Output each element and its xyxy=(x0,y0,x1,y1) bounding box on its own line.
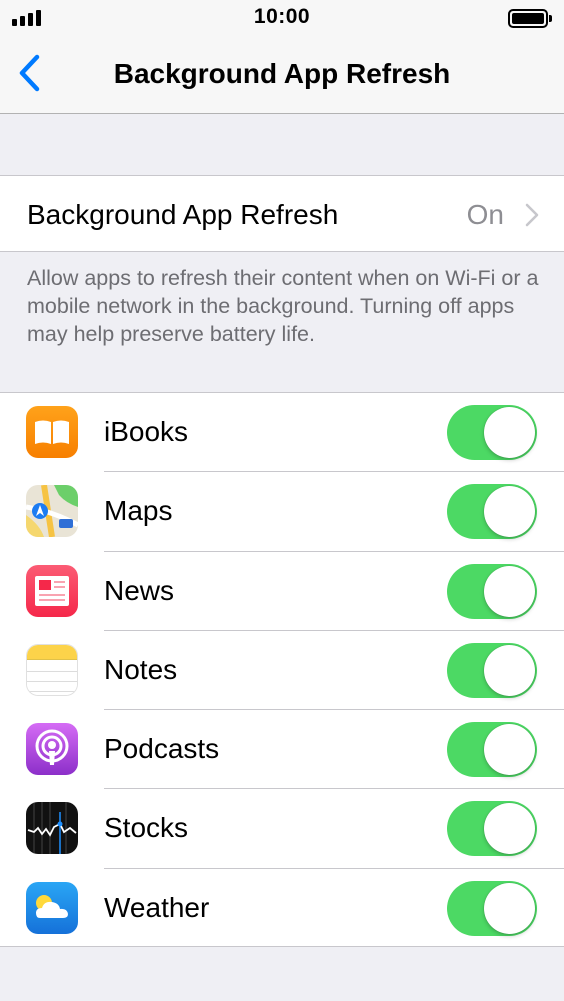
app-label: Stocks xyxy=(104,812,189,844)
list-item-news: News xyxy=(0,552,564,631)
list-item-ibooks: iBooks xyxy=(0,393,564,473)
notes-icon xyxy=(26,643,78,696)
notes-toggle[interactable] xyxy=(447,642,537,698)
navigation-bar: Background App Refresh xyxy=(0,36,564,114)
news-icon xyxy=(26,564,78,617)
app-label: Maps xyxy=(104,495,173,527)
page-title: Background App Refresh xyxy=(113,58,451,89)
section-footer-note: Allow apps to refresh their content when… xyxy=(27,266,539,346)
status-time: 10:00 xyxy=(253,5,311,28)
battery-icon xyxy=(508,9,552,28)
app-label: Weather xyxy=(104,891,210,923)
podcasts-icon xyxy=(26,723,78,776)
status-bar: 10:00 xyxy=(0,0,564,36)
podcasts-toggle[interactable] xyxy=(447,722,537,778)
setting-value: On xyxy=(466,199,504,230)
maps-toggle[interactable] xyxy=(447,484,537,540)
list-item-stocks: Stocks xyxy=(0,789,564,869)
list-item-weather: Weather xyxy=(0,869,564,948)
app-label: Podcasts xyxy=(104,733,220,765)
news-toggle[interactable] xyxy=(447,563,537,619)
list-item-notes: Notes xyxy=(0,631,564,711)
app-label: iBooks xyxy=(104,416,189,447)
app-label: News xyxy=(104,574,175,606)
background-app-refresh-row[interactable]: Background App Refresh On xyxy=(0,175,564,252)
stocks-icon xyxy=(26,802,78,855)
app-label: Notes xyxy=(104,653,178,685)
list-item-maps: Maps xyxy=(0,472,564,552)
weather-toggle[interactable] xyxy=(447,880,537,936)
ibooks-icon xyxy=(26,406,78,458)
weather-icon xyxy=(26,881,78,934)
chevron-right-icon xyxy=(525,203,539,227)
stocks-toggle[interactable] xyxy=(447,801,537,857)
setting-label: Background App Refresh xyxy=(27,199,339,230)
maps-icon xyxy=(26,485,78,538)
ibooks-toggle[interactable] xyxy=(447,405,537,460)
app-list: iBooks Maps News Notes Podcasts Stocks W… xyxy=(0,392,564,947)
list-item-podcasts: Podcasts xyxy=(0,710,564,790)
